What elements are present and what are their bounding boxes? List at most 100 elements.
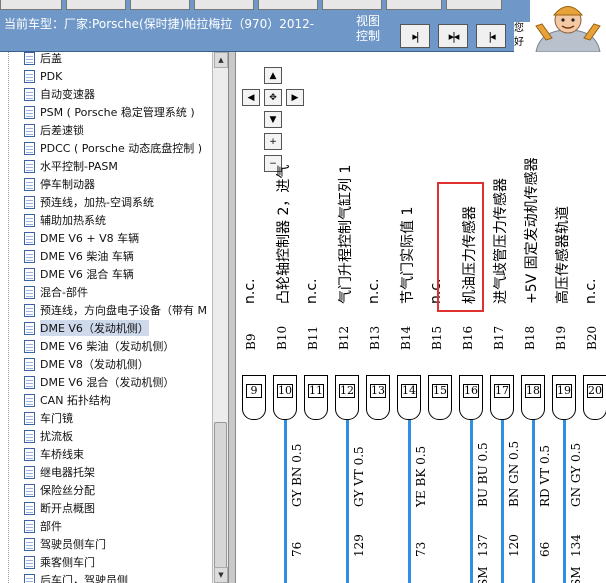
connector-pin[interactable]: 10 [273,375,297,420]
document-icon [24,285,35,299]
tree-item[interactable]: 继电器托架 [24,463,95,481]
document-icon [24,573,35,583]
tree-item-label: 后车门，驾驶员侧 [40,574,128,583]
tree-item[interactable]: 断开点概图 [24,499,95,517]
pan-down-icon[interactable]: ▼ [264,111,282,128]
pin-number: 14 [401,384,417,398]
pan-left-icon[interactable]: ◀ [242,89,260,106]
wire-color-code: BU BU 0.5 [476,442,490,507]
tree-item[interactable]: 部件 [24,517,62,535]
connector-pin[interactable]: 16 [459,375,483,420]
scroll-thumb[interactable] [214,422,227,572]
pin-number: 11 [308,384,324,398]
tree-item[interactable]: DME V6 混合 车辆 [24,265,134,283]
connector-pin[interactable]: 11 [304,375,328,420]
tree-item[interactable]: CAN 拓扑结构 [24,391,111,409]
scroll-up-icon[interactable]: ▲ [214,52,228,68]
tree-item-label: 混合-部件 [40,286,88,299]
pin-number: 16 [463,384,479,398]
pin-number: 9 [246,384,262,398]
wire-color-code: BN GN 0.5 [507,440,521,507]
tree-item[interactable]: 预连线，方向盘电子设备（带有 M [24,301,207,319]
connector-pin[interactable]: 9 [242,375,266,420]
pin-function-label: n.c. [242,278,258,304]
tree-item[interactable]: 乘客侧车门 [24,553,95,571]
tree-item[interactable]: 保险丝分配 [24,481,95,499]
pin-code-label: B9 [244,333,258,350]
document-icon [24,267,35,281]
tree-item[interactable]: PSM ( Porsche 稳定管理系统 ) [24,103,195,121]
tab-stub[interactable] [258,0,318,10]
scroll-down-icon[interactable]: ▼ [214,567,228,583]
document-icon [24,195,35,209]
tab-stub[interactable] [66,0,126,10]
tab-stub[interactable] [322,0,382,10]
tree-item[interactable]: 辅助加热系统 [24,211,106,229]
pin-function-label: 凸轮轴控制器 2，进气 [276,164,292,304]
tree-item-label: DME V6（发动机侧） [40,320,149,336]
tree-item[interactable]: 停车制动器 [24,175,95,193]
tree-item-label: DME V6 + V8 车辆 [40,232,140,245]
wire-line [470,420,473,583]
tree-item[interactable]: 车桥线束 [24,445,84,463]
align-right-button[interactable]: ▸| [400,24,430,48]
tree-item[interactable]: 自动变速器 [24,85,95,103]
expand-horizontal-button[interactable]: ▸|◂ [438,24,468,48]
tree-item-label: 车桥线束 [40,448,84,461]
tree-item[interactable]: PDCC ( Porsche 动态底盘控制 ) [24,139,202,157]
tree-item[interactable]: 驾驶员侧车门 [24,535,106,553]
tree-item[interactable]: 车门镜 [24,409,73,427]
wiring-diagram: ▲ ◀ ✥ ▶ ▼ + − n.c. B9 9 凸轮轴控制器 2，进气 B10 10 GY BN 0.5… [236,52,606,583]
tree-item[interactable]: 水平控制-PASM [24,157,118,175]
tree-guide-line [8,52,9,583]
view-control-label: 视图控制 [356,14,381,43]
tree-item[interactable]: 后盖 [24,52,62,67]
tree-item-label: 预连线，加热-空调系统 [40,196,154,209]
connector-pin[interactable]: 14 [397,375,421,420]
tree-item[interactable]: 预连线，加热-空调系统 [24,193,154,211]
pan-center-icon[interactable]: ✥ [264,89,282,106]
connector-pin[interactable]: 12 [335,375,359,420]
align-left-button[interactable]: |◂ [476,24,506,48]
tree-item[interactable]: DME V6（发动机侧） [24,319,149,337]
wire-line [284,420,287,583]
connector-pin[interactable]: 17 [490,375,514,420]
tree-item[interactable]: DME V6 柴油（发动机侧） [24,337,174,355]
tree-scrollbar[interactable]: ▲ ▼ [212,52,228,583]
tab-stub[interactable] [386,0,442,10]
tree-item[interactable]: 扰流板 [24,427,73,445]
pin-number: 20 [587,384,603,398]
connector-pin[interactable]: 13 [366,375,390,420]
connector-pin[interactable]: 19 [552,375,576,420]
tab-stub[interactable] [446,0,502,10]
pin-function-label: n.c. [304,278,320,304]
tree-item-label: 自动变速器 [40,88,95,101]
tree-item[interactable]: 后差速锁 [24,121,84,139]
tree-item-label: CAN 拓扑结构 [40,394,111,407]
mechanic-mascot-icon[interactable] [530,0,606,52]
tree-item[interactable]: PDK [24,67,62,85]
tab-stub[interactable] [130,0,190,10]
tree-item-label: 部件 [40,520,62,533]
document-icon [24,52,35,65]
zoom-in-icon[interactable]: + [264,133,282,150]
tree-item[interactable]: DME V6 + V8 车辆 [24,229,139,247]
tree-item[interactable]: DME V6 柴油 车辆 [24,247,134,265]
connector-pin[interactable]: 20 [583,375,606,420]
tab-stub[interactable] [194,0,254,10]
pin-function-label: n.c. [583,278,599,304]
pan-right-icon[interactable]: ▶ [286,89,304,106]
tree-item[interactable]: DME V8（发动机侧） [24,355,149,373]
pin-function-label: n.c. [366,278,382,304]
connector-pin[interactable]: 18 [521,375,545,420]
tree-item[interactable]: DME V6 混合（发动机侧） [24,373,174,391]
tab-stub[interactable] [0,0,62,10]
connector-pin[interactable]: 15 [428,375,452,420]
pin-number: 15 [432,384,448,398]
pan-up-icon[interactable]: ▲ [264,67,282,84]
tree-item-label: 后盖 [40,52,62,65]
pane-splitter[interactable] [228,52,236,583]
wire-color-code: GN GY 0.5 [569,442,583,507]
tree-item[interactable]: 混合-部件 [24,283,88,301]
tree-item[interactable]: 后车门，驾驶员侧 [24,571,128,583]
